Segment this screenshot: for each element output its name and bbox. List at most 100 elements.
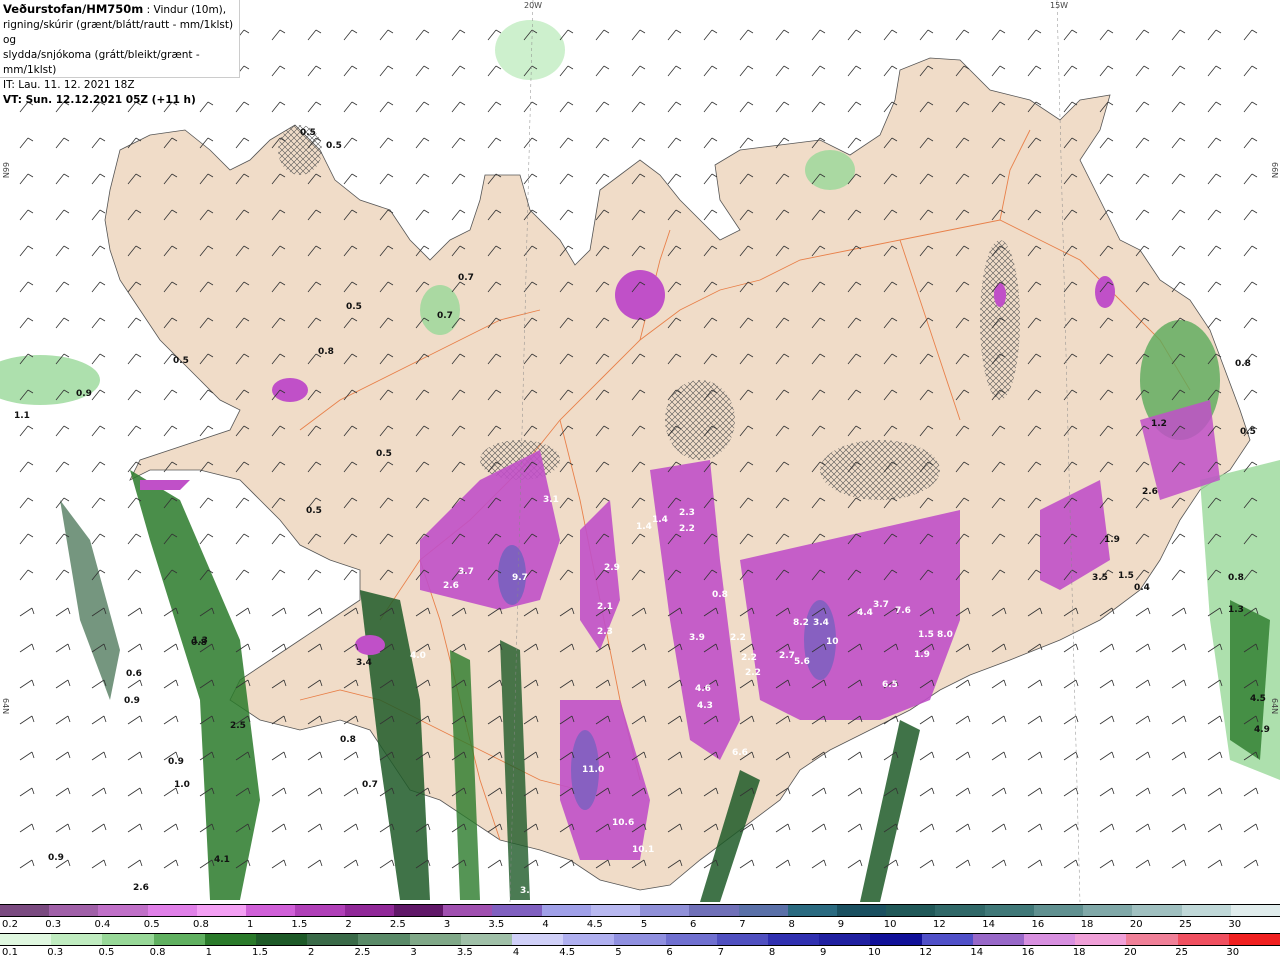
title-snow-line: slydda/snjókoma (grátt/bleikt/grænt - mm…	[3, 49, 200, 76]
precip-value: 0.9	[124, 696, 140, 706]
colorbar-label: 10	[868, 947, 881, 958]
colorbar-label: 3	[443, 919, 451, 930]
precip-value: 2.3	[597, 627, 613, 637]
weather-map: 0.5 0.5 0.7 0.7 0.5 0.8 0.5 0.9 1.1 0.5 0.5 3.1 3.7 9…	[0, 0, 1280, 902]
colorbar-label: 5	[615, 947, 622, 958]
colorbar-label: 16	[1031, 919, 1045, 930]
colorbar-label: 1	[205, 947, 212, 958]
precip-value: 5.6	[794, 657, 810, 667]
precip-value: 0.5	[346, 302, 362, 312]
colorbar-label: 25	[1175, 947, 1188, 958]
precip-value: 3.6	[520, 886, 536, 896]
colorbar-segment	[147, 905, 197, 916]
precip-value: 1.4	[636, 522, 652, 532]
colorbar-label: 2	[308, 947, 315, 958]
issue-time: IT: Lau. 11. 12. 2021 18Z	[3, 79, 135, 91]
colorbar-segment	[0, 905, 50, 916]
colorbar-segment	[541, 905, 591, 916]
precip-value: 6.6	[732, 748, 748, 758]
colorbar-segment	[1075, 934, 1127, 945]
precip-value: 2.9	[604, 563, 620, 573]
precip-value: 1.3	[1228, 605, 1244, 615]
colorbar-segment	[590, 905, 641, 916]
rain-colorbar	[0, 933, 1280, 946]
lat-label-66n-left: 66N	[1, 162, 10, 179]
precip-value: 8.2	[793, 618, 809, 628]
lat-label-64n-right: 64N	[1270, 698, 1279, 715]
precip-value: 4.5	[1250, 694, 1266, 704]
colorbar-segment	[460, 934, 513, 945]
precip-value: 11.0	[582, 765, 604, 775]
valid-time: VT: Sun. 12.12.2021 05Z (+11 h)	[3, 94, 196, 106]
colorbar-label: 10	[883, 919, 897, 930]
colorbar-label: 8	[768, 947, 776, 958]
colorbar-segment	[886, 905, 936, 916]
precip-value: 0.9	[168, 757, 184, 767]
title-line-1: Veðurstofan/HM750m : Vindur (10m),	[3, 2, 236, 18]
colorbar-segment	[51, 934, 103, 945]
colorbar-segment	[665, 934, 717, 945]
colorbar-label: 20	[1124, 947, 1137, 958]
colorbar-segment	[640, 905, 690, 916]
colorbar-segment	[0, 934, 52, 945]
colorbar-segment	[196, 905, 247, 916]
colorbar-label: 4	[512, 947, 520, 958]
colorbar-label: 6	[690, 919, 697, 930]
colorbar-segment	[563, 934, 615, 945]
colorbar-segment	[1181, 905, 1231, 916]
snow-colorbar	[0, 904, 1280, 917]
colorbar-segment	[1228, 934, 1280, 945]
colorbar-label: 5	[640, 919, 648, 930]
colorbar-label: 1	[246, 919, 254, 930]
colorbar-segment	[102, 934, 154, 945]
colorbar-label: 4	[542, 919, 549, 930]
precip-value: 0.5	[1240, 427, 1256, 437]
colorbar-label: 1.5	[291, 919, 308, 930]
colorbar-label: 30	[1226, 947, 1240, 958]
precip-value: 0.7	[458, 273, 474, 283]
colorbar-segment	[921, 934, 973, 945]
colorbar-segment	[98, 905, 148, 916]
precip-value: 1.5	[918, 630, 934, 640]
precip-value: 0.8	[1228, 573, 1244, 583]
colorbar-segment	[492, 905, 542, 916]
colorbar-segment	[153, 934, 205, 945]
precip-value: 10.1	[632, 845, 654, 855]
precip-value: 10	[826, 637, 839, 647]
precip-value: 3.4	[356, 658, 372, 668]
precip-value: 0.9	[48, 853, 64, 863]
precip-value: 10.6	[612, 818, 634, 828]
precip-value: 0.6	[126, 669, 142, 679]
precip-value: 4.1	[214, 855, 230, 865]
colorbar-label: 8	[788, 919, 795, 930]
precip-value: 4.0	[410, 651, 426, 661]
colorbar-label: 0.3	[45, 919, 62, 930]
precip-value: 1.4	[652, 515, 668, 525]
colorbar-label: 20	[1129, 919, 1143, 930]
title-wind: : Vindur (10m),	[143, 4, 227, 16]
colorbar-label: 2	[345, 919, 352, 930]
colorbar-label: 25	[1179, 919, 1192, 930]
precip-value: 1.3	[192, 636, 208, 646]
precip-value: 2.2	[679, 524, 695, 534]
precip-value: 0.5	[326, 141, 342, 151]
precip-value: 4.3	[697, 701, 713, 711]
precip-value: 0.7	[362, 780, 378, 790]
precip-value: 0.5	[306, 506, 322, 516]
colorbar-segment	[1126, 934, 1178, 945]
colorbar-segment	[307, 934, 359, 945]
precip-value: 1.5	[1118, 571, 1134, 581]
precip-value: 2.3	[679, 508, 695, 518]
colorbar-label: 16	[1021, 947, 1035, 958]
colorbar-segment	[409, 934, 461, 945]
precip-value: 0.8	[318, 347, 334, 357]
colorbar-label: 0.3	[47, 947, 64, 958]
lat-label-66n-right: 66N	[1270, 162, 1279, 179]
lon-label-20w: 20W	[524, 1, 543, 10]
colorbar-segment	[49, 905, 99, 916]
colorbar-segment	[246, 905, 296, 916]
precip-value: 3.1	[543, 495, 559, 505]
title-rain-line: rigning/skúrir (grænt/blátt/rautt - mm/1…	[3, 19, 234, 46]
precip-value: 0.8	[712, 590, 728, 600]
precip-value: 1.9	[914, 650, 930, 660]
